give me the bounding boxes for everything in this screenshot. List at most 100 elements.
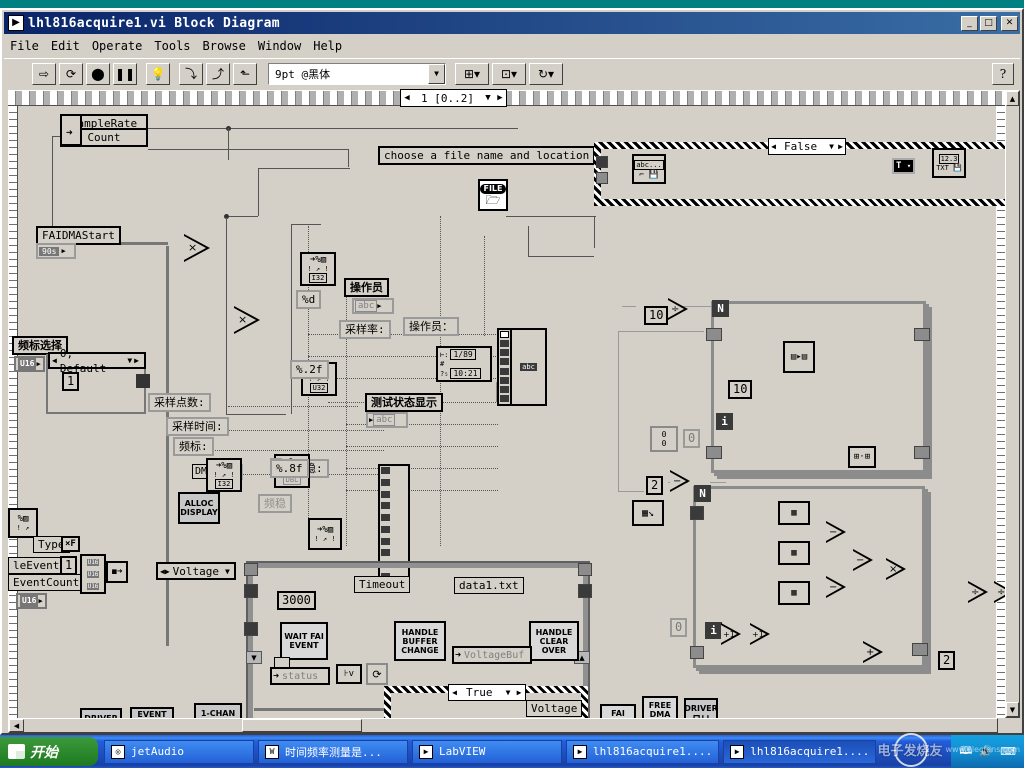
taskbar-item-labview[interactable]: ▶ LabVIEW: [412, 739, 562, 764]
help-button[interactable]: ?: [992, 62, 1014, 85]
case-next-icon[interactable]: ▶: [513, 685, 525, 700]
format-into-string-node-6[interactable]: %▨! ↗: [8, 508, 38, 538]
status-indicator[interactable]: ➜ status: [270, 667, 330, 685]
ring-prev-icon[interactable]: ◀▶: [160, 564, 170, 579]
write-characters-to-file-node[interactable]: abc... ⌐ 💾: [632, 154, 666, 184]
increment-node-1[interactable]: +1: [721, 623, 741, 645]
file-dialog-icon[interactable]: FILE 🗁: [478, 179, 508, 211]
build-array-node[interactable]: ⊞·⊞: [848, 446, 876, 468]
handle-buffer-change-vi[interactable]: HANDLE BUFFER CHANGE: [394, 621, 446, 661]
taskbar-item-vi-2[interactable]: ▶ lhl816acquire1....: [723, 739, 877, 764]
subtract-node-1[interactable]: −: [826, 521, 846, 543]
frame-dropdown-icon[interactable]: ▼: [481, 90, 494, 106]
u16-terminal[interactable]: U16 ▶: [14, 356, 45, 372]
menu-item-browse[interactable]: Browse: [203, 39, 246, 53]
voltage-buf-indicator-a[interactable]: ➜ VoltageBuf: [452, 646, 532, 664]
menu-item-edit[interactable]: Edit: [51, 39, 80, 53]
constant-zero-c[interactable]: 0: [683, 429, 701, 448]
multiply-node-1[interactable]: ×: [184, 234, 210, 262]
enum-prev-icon[interactable]: ◀: [52, 353, 57, 368]
pause-icon[interactable]: ❚❚: [113, 62, 137, 85]
format-string-d[interactable]: %d: [296, 290, 322, 309]
start-button[interactable]: 开始: [0, 737, 98, 766]
add-node[interactable]: +: [863, 641, 883, 663]
constant-one[interactable]: 1: [62, 372, 80, 391]
bundle-cluster-node[interactable]: U16 U16 U16: [80, 554, 106, 594]
driver-close-vi[interactable]: DRIVER ⊓⊔: [684, 698, 718, 718]
run-arrow-icon[interactable]: ⇨: [32, 62, 56, 85]
subtract-node-3[interactable]: −: [853, 549, 873, 571]
run-continuously-icon[interactable]: ⟳: [59, 62, 83, 85]
boolean-true-constant[interactable]: T ▾: [892, 158, 916, 174]
reorder-icon[interactable]: ↻▾: [529, 62, 563, 85]
taskbar[interactable]: 开始 ◎ jetAudio W 时间频率测量是... ▶ LabVIEW ▶ l…: [0, 733, 1024, 768]
frame-next-icon[interactable]: ▶: [493, 90, 506, 106]
subtract-node-top[interactable]: −: [670, 470, 690, 492]
title-bar[interactable]: ▶ lhl816acquire1.vi Block Diagram _ □ ✕: [4, 12, 1020, 34]
case-selector-true[interactable]: ◀ True ▼ ▶: [448, 684, 526, 701]
frame-prev-icon[interactable]: ◀: [401, 90, 413, 106]
case-dropdown-icon[interactable]: ▼: [827, 139, 837, 154]
increment-node-2[interactable]: +1: [750, 623, 770, 645]
system-tray[interactable]: 🕮 🔊 ⌨: [951, 735, 1024, 768]
constant-one-event[interactable]: 1: [60, 556, 78, 575]
wait-fai-event-vi[interactable]: WAIT FAI EVENT: [280, 622, 328, 660]
minimize-button[interactable]: _: [961, 15, 978, 31]
chevron-down-icon[interactable]: ▼: [127, 353, 132, 368]
horizontal-scrollbar[interactable]: ◀: [8, 718, 998, 733]
constant-two-b[interactable]: 2: [938, 651, 956, 670]
scroll-up-icon[interactable]: ▲: [1006, 91, 1019, 106]
menu-item-file[interactable]: File: [10, 39, 39, 53]
constant-ten-a[interactable]: 10: [644, 306, 669, 325]
handle-clear-over-vi[interactable]: HANDLE CLEAR OVER: [529, 621, 579, 661]
for-loop-iteration-terminal[interactable]: i: [716, 413, 733, 430]
diagram-canvas[interactable]: ◀ 1 [0..2] ▼ ▶ SampleRate Count ➜ × × FA…: [4, 89, 1020, 733]
divide-node-out-1[interactable]: ÷: [968, 581, 988, 603]
freq-select-enum[interactable]: ◀ 0, Default ▼ ▶: [48, 347, 146, 375]
taskbar-item-jetaudio[interactable]: ◎ jetAudio: [104, 739, 254, 764]
menu-item-window[interactable]: Window: [258, 39, 301, 53]
menu-item-tools[interactable]: Tools: [154, 39, 190, 53]
array-subset-node[interactable]: ▤▸▤: [783, 341, 815, 373]
scroll-down-icon[interactable]: ▼: [1006, 702, 1019, 717]
write-to-spreadsheet-file-node[interactable]: 12.3 TXT 💾: [932, 148, 966, 178]
step-out-icon[interactable]: ⬑: [233, 62, 257, 85]
divide-node[interactable]: ÷: [668, 298, 688, 320]
index-array-node-3[interactable]: ▦: [778, 581, 810, 605]
format-into-string-node-3[interactable]: ➜%▨! ↗ ! I32: [206, 458, 242, 492]
menu-item-help[interactable]: Help: [313, 39, 342, 53]
vertical-scrollbar[interactable]: ▲ ▼: [1005, 90, 1020, 718]
taskbar-item-vi-1[interactable]: ▶ lhl816acquire1....: [566, 739, 720, 764]
cluster-to-array-node[interactable]: ◼➜: [106, 561, 128, 583]
chan-dma-setup-vi[interactable]: 1-CHAN DMA SETUP: [194, 703, 242, 718]
maximize-button[interactable]: □: [980, 15, 997, 31]
index-array-node-1[interactable]: ▦: [778, 501, 810, 525]
event-enable-vi[interactable]: EVENT ENABLE ∿: [130, 707, 174, 718]
freq-stability-indicator[interactable]: 频稳: [258, 494, 292, 513]
voltage-ring-control[interactable]: ◀▶ Voltage ▼: [156, 562, 236, 580]
case-next-icon[interactable]: ▶: [836, 139, 845, 154]
u16-terminal-event[interactable]: U16 ▶: [16, 593, 47, 609]
format-into-string-node-5[interactable]: ➜%▨! ↗ !: [308, 518, 342, 550]
tray-icon-1[interactable]: 🕮: [959, 742, 972, 761]
abort-icon[interactable]: ⬤: [86, 62, 110, 85]
case-prev-icon[interactable]: ◀: [769, 139, 778, 154]
constant-two-a[interactable]: 2: [646, 476, 664, 495]
format-into-string-node-2[interactable]: ➜%▨! ↗ ! I32: [300, 252, 336, 286]
concatenate-strings-1[interactable]: abc: [497, 328, 547, 406]
frame-selector[interactable]: ◀ 1 [0..2] ▼ ▶: [400, 89, 507, 107]
scroll-left-icon[interactable]: ◀: [9, 719, 24, 732]
free-dma-vi[interactable]: FREE DMA ▤▤: [642, 696, 678, 718]
menu-item-operate[interactable]: Operate: [92, 39, 143, 53]
taskbar-item-document[interactable]: W 时间频率测量是...: [258, 739, 408, 764]
multiply-node-3[interactable]: ×: [886, 558, 906, 580]
align-objects-icon[interactable]: ⊞▾: [455, 62, 489, 85]
date-time-node[interactable]: ⊢: 1/89 # ?₅ 10:21: [436, 346, 492, 382]
faidma-start-terminal[interactable]: 90s ▶: [36, 243, 76, 259]
driver-open-vi[interactable]: DRIVER ⊓⊔: [80, 708, 122, 718]
highlight-execution-icon[interactable]: 💡: [146, 62, 170, 85]
toolbar[interactable]: ⇨ ⟳ ⬤ ❚❚ 💡 ⤵ ⤴ ⬑ 9pt @黑体 ▼ ⊞▾ ⊡▾ ↻▾ ?: [4, 58, 1020, 88]
for-loop-iteration-terminal[interactable]: i: [705, 622, 722, 639]
step-over-icon[interactable]: ⤴: [206, 62, 230, 85]
array-size-node[interactable]: ▦↘: [632, 500, 664, 526]
